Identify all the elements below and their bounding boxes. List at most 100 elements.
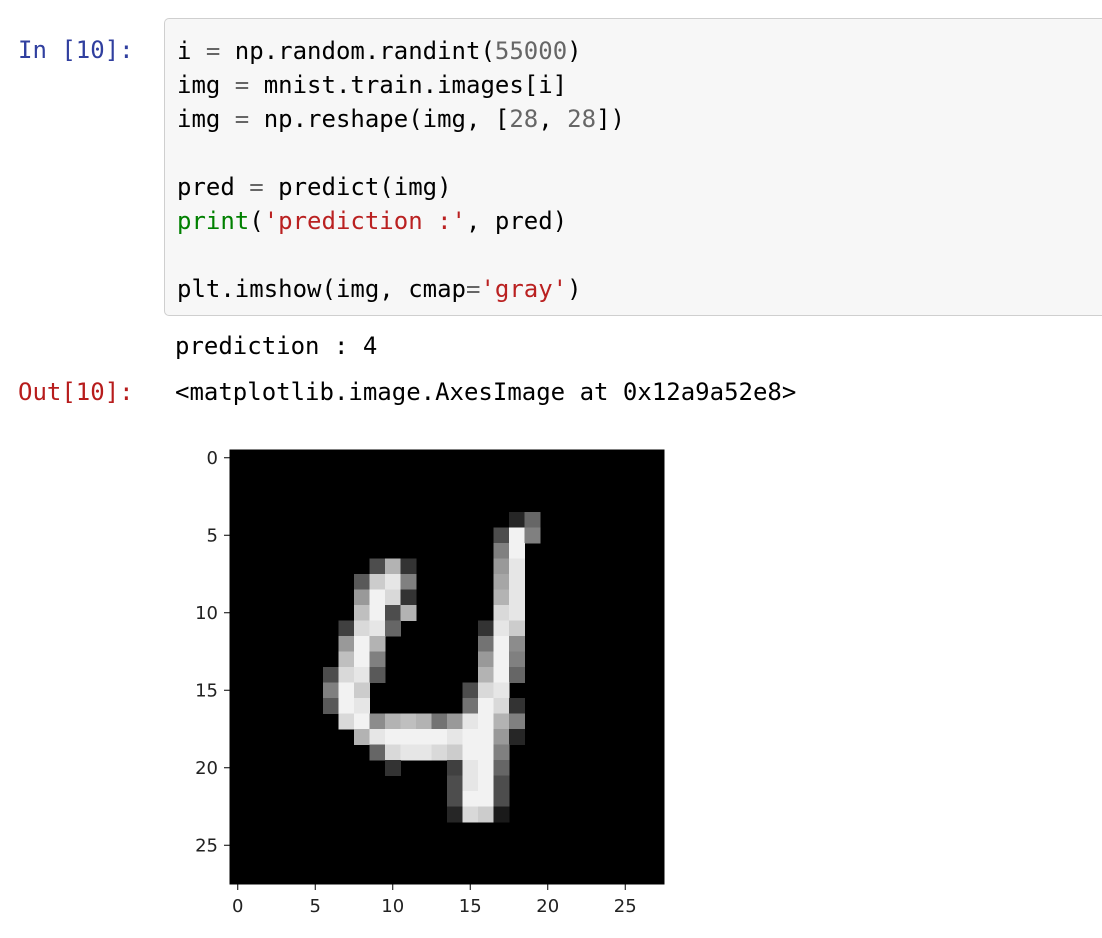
image-pixel [369,667,386,683]
image-pixel [400,605,417,621]
x-tick-label: 15 [459,896,482,917]
image-pixel [509,667,525,683]
image-pixel [354,729,370,745]
image-pixel [509,729,525,745]
imshow-plot: 0 5 10 15 20 25 0 5 10 15 20 25 [195,448,665,917]
image-pixel [385,760,401,776]
image-pixel [493,806,510,823]
image-pixel [493,589,510,606]
image-pixel [400,744,417,761]
image-pixel [338,620,355,637]
y-tick-label: 20 [195,758,218,779]
image-pixel [509,527,525,544]
image-pixel [493,744,510,761]
image-pixel [509,651,525,668]
image-pixel [478,682,494,699]
image-pixel [354,713,370,730]
image-pixel [369,744,386,761]
image-pixel [385,589,401,606]
image-pixel [509,574,525,590]
image-pixel [323,698,339,714]
image-pixel [400,558,417,575]
image-pixel [493,651,510,668]
image-pixel [462,682,479,699]
image-pixel [400,713,417,730]
image-pixel [416,729,432,745]
image-pixel [354,667,370,683]
image-pixel [416,713,432,730]
image-pixel [338,651,355,668]
image-pixel [478,651,494,668]
image-pixel [354,574,370,590]
image-pixel [478,620,494,637]
image-pixel [509,589,525,606]
image-pixel [478,760,494,776]
image-pixel [462,744,479,761]
image-pixel [493,527,510,544]
image-pixel [462,713,479,730]
image-pixel [493,667,510,683]
image-pixel [493,558,510,575]
image-pixel [354,682,370,699]
image-pixel [369,651,386,668]
image-pixel [369,574,386,590]
image-pixel [354,651,370,668]
image-pixel [385,729,401,745]
image-pixel [478,713,494,730]
y-tick-label: 10 [195,603,218,624]
image-pixel [493,698,510,714]
image-pixel [524,512,541,528]
image-pixel [447,760,463,776]
image-pixel [431,744,448,761]
image-pixel [447,791,463,807]
image-pixel [462,791,479,807]
x-tick-label: 25 [614,896,637,917]
image-pixel [385,574,401,590]
image-pixel [338,682,355,699]
image-pixel [323,667,339,683]
image-pixel [478,667,494,683]
image-pixel [431,729,448,745]
image-pixel [431,713,448,730]
image-pixel [338,713,355,730]
image-pixel [338,698,355,714]
x-tick-label: 20 [536,896,559,917]
image-pixel [493,775,510,792]
image-pixel [385,713,401,730]
image-pixel [462,775,479,792]
image-pixel [524,527,541,544]
image-pixel [462,698,479,714]
image-pixel [462,729,479,745]
image-pixel [493,636,510,652]
image-pixel [447,775,463,792]
image-pixel [493,605,510,621]
y-tick-label: 0 [207,448,218,469]
image-pixel [354,605,370,621]
image-pixel [509,558,525,575]
image-pixel [385,620,401,637]
image-pixel [447,729,463,745]
image-pixel [354,636,370,652]
image-pixel [478,698,494,714]
image-pixel [478,744,494,761]
x-tick-label: 10 [381,896,404,917]
image-pixel [400,574,417,590]
x-tick-label: 5 [310,896,321,917]
image-pixel [478,729,494,745]
image-pixel [493,543,510,559]
image-pixel [447,744,463,761]
y-tick-label: 5 [207,525,218,546]
image-pixel [493,620,510,637]
image-pixel [493,791,510,807]
image-pixel [369,636,386,652]
image-pixel [447,713,463,730]
image-pixel [462,760,479,776]
image-pixel [338,636,355,652]
image-pixel [369,589,386,606]
image-pixel [369,558,386,575]
x-tick-label: 0 [232,896,243,917]
image-pixel [509,713,525,730]
image-pixel [354,698,370,714]
image-pixel [416,744,432,761]
image-pixel [369,729,386,745]
